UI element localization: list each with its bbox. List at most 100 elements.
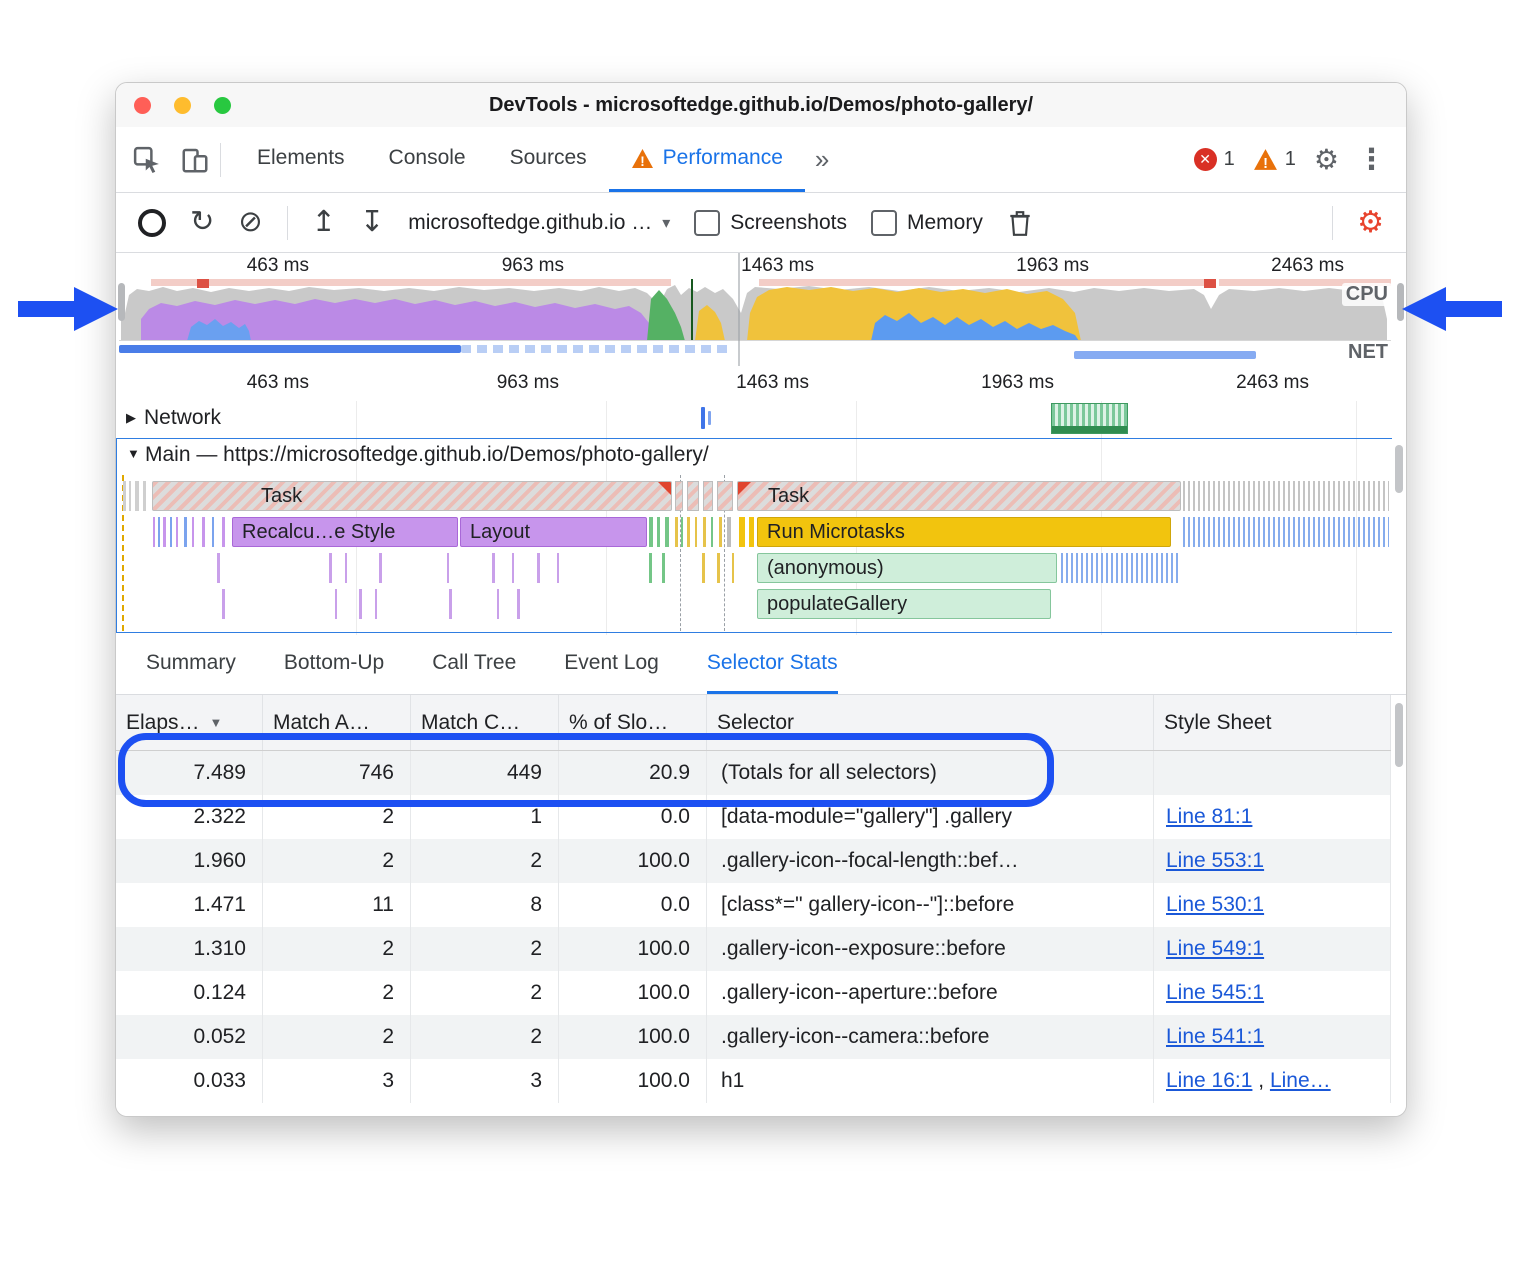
- selector-cell: h1: [707, 1059, 1154, 1103]
- stylesheet-link[interactable]: Line…: [1270, 1069, 1331, 1092]
- stylesheet-cell: Line 553:1: [1154, 839, 1391, 883]
- timeline-ruler[interactable]: 463 ms963 ms1463 ms1963 ms2463 ms: [116, 366, 1406, 402]
- stylesheet-link[interactable]: Line 16:1: [1166, 1069, 1252, 1092]
- bottom-tab-label: Call Tree: [432, 651, 516, 675]
- stylesheet-link[interactable]: Line 541:1: [1166, 1025, 1264, 1048]
- column-header[interactable]: Selector: [707, 695, 1154, 750]
- network-activity-block[interactable]: [1051, 403, 1128, 434]
- table-row[interactable]: 0.03333100.0h1Line 16:1 , Line…: [116, 1059, 1391, 1103]
- warning-badge[interactable]: ! 1: [1253, 148, 1296, 171]
- bottom-tab-event-log[interactable]: Event Log: [564, 635, 659, 694]
- zoom-window-button[interactable]: [214, 97, 231, 114]
- flame-recalc-style-bar[interactable]: Recalcu…e Style: [232, 517, 458, 547]
- stylesheet-link[interactable]: Line 549:1: [1166, 937, 1264, 960]
- screenshots-checkbox[interactable]: Screenshots: [694, 210, 847, 236]
- column-header[interactable]: Elaps…▼: [116, 695, 263, 750]
- column-header-label: Match C…: [421, 711, 520, 735]
- disclosure-triangle-icon[interactable]: ▼: [127, 446, 140, 461]
- column-header-label: Style Sheet: [1164, 711, 1271, 735]
- flame-run-microtasks-bar[interactable]: Run Microtasks: [757, 517, 1171, 547]
- stylesheet-link[interactable]: Line 553:1: [1166, 849, 1264, 872]
- device-toolbar-icon[interactable]: [180, 145, 210, 175]
- stylesheet-link[interactable]: Line 530:1: [1166, 893, 1264, 916]
- main-thread-track[interactable]: ▼ Main — https://microsoftedge.github.io…: [116, 438, 1392, 633]
- network-track[interactable]: ▶ Network: [116, 401, 1406, 438]
- disclosure-triangle-icon[interactable]: ▶: [126, 410, 136, 426]
- ruler-tick-label: 963 ms: [471, 372, 559, 394]
- selector-cell: [class*=" gallery-icon--"]::before: [707, 883, 1154, 927]
- inspect-element-icon[interactable]: [132, 145, 162, 175]
- overview-left-handle[interactable]: [118, 283, 125, 321]
- flame-sliver: [749, 517, 754, 547]
- slow-cell: 0.0: [559, 883, 707, 927]
- attempts-cell: 2: [263, 927, 411, 971]
- slow-cell: 100.0: [559, 839, 707, 883]
- memory-checkbox[interactable]: Memory: [871, 210, 983, 236]
- minimize-window-button[interactable]: [174, 97, 191, 114]
- table-row[interactable]: 1.31022100.0.gallery-icon--exposure::bef…: [116, 927, 1391, 971]
- history-select[interactable]: microsoftedge.github.io … ▾: [408, 211, 670, 235]
- stylesheet-link[interactable]: Line 81:1: [1166, 805, 1252, 828]
- column-header-label: Match A…: [273, 711, 370, 735]
- error-badge[interactable]: ✕ 1: [1194, 148, 1235, 171]
- flame-sliver: [129, 481, 131, 511]
- table-row[interactable]: 0.05222100.0.gallery-icon--camera::befor…: [116, 1015, 1391, 1059]
- table-row[interactable]: 1.96022100.0.gallery-icon--focal-length:…: [116, 839, 1391, 883]
- stylesheet-cell: Line 541:1: [1154, 1015, 1391, 1059]
- performance-toolbar: ↻ ⊘ ↥ ↧ microsoftedge.github.io … ▾ Scre…: [116, 193, 1406, 253]
- table-row[interactable]: 0.12422100.0.gallery-icon--aperture::bef…: [116, 971, 1391, 1015]
- save-profile-icon[interactable]: ↧: [360, 208, 384, 237]
- cpu-overview-chart[interactable]: [119, 279, 1391, 341]
- load-profile-icon[interactable]: ↥: [312, 208, 336, 237]
- close-window-button[interactable]: [134, 97, 151, 114]
- selector-cell: (Totals for all selectors): [707, 751, 1154, 795]
- bottom-tab-bottom-up[interactable]: Bottom-Up: [284, 635, 384, 694]
- overview-tick-label: 463 ms: [221, 255, 309, 277]
- column-header[interactable]: % of Slo…: [559, 695, 707, 750]
- table-row[interactable]: 7.48974644920.9(Totals for all selectors…: [116, 751, 1391, 795]
- overview-window-divider[interactable]: [738, 253, 740, 366]
- column-header[interactable]: Match C…: [411, 695, 559, 750]
- kebab-menu-icon[interactable]: ⋮: [1357, 142, 1386, 177]
- stylesheet-link[interactable]: Line 545:1: [1166, 981, 1264, 1004]
- flame-chart[interactable]: Task Task Recalcu…e Style Layout: [117, 475, 1392, 631]
- flame-populate-gallery-bar[interactable]: populateGallery: [757, 589, 1051, 619]
- settings-gear-icon[interactable]: ⚙: [1314, 143, 1339, 176]
- clear-recording-icon[interactable]: ⊘: [238, 208, 262, 237]
- table-scrollbar[interactable]: [1395, 703, 1403, 767]
- tracks-scrollbar[interactable]: [1395, 445, 1403, 493]
- table-row[interactable]: 2.322210.0[data-module="gallery"] .galle…: [116, 795, 1391, 839]
- slow-cell: 100.0: [559, 971, 707, 1015]
- timeline-overview[interactable]: 463 ms963 ms1463 ms1963 ms2463 ms: [116, 253, 1406, 367]
- tab-elements[interactable]: Elements: [235, 127, 367, 192]
- column-header[interactable]: Style Sheet: [1154, 695, 1391, 750]
- flame-layout-bar[interactable]: Layout: [460, 517, 647, 547]
- chevron-down-icon: ▾: [662, 213, 670, 233]
- flame-anonymous-bar[interactable]: (anonymous): [757, 553, 1057, 583]
- bottom-tab-summary[interactable]: Summary: [146, 635, 236, 694]
- capture-settings-gear-icon[interactable]: ⚙: [1357, 205, 1384, 240]
- tab-sources[interactable]: Sources: [488, 127, 609, 192]
- reload-and-record-icon[interactable]: ↻: [190, 208, 214, 237]
- table-row[interactable]: 1.4711180.0[class*=" gallery-icon--"]::b…: [116, 883, 1391, 927]
- flame-dense-region: [1183, 517, 1389, 547]
- divider: [220, 143, 221, 177]
- flame-task-bar[interactable]: Task: [152, 481, 672, 511]
- count-cell: 3: [411, 1059, 559, 1103]
- devtools-tab-bar: ElementsConsoleSources!Performance » ✕ 1…: [116, 127, 1406, 193]
- elapsed-cell: 1.471: [116, 883, 263, 927]
- attempts-cell: 3: [263, 1059, 411, 1103]
- column-header-label: Selector: [717, 711, 794, 735]
- collect-garbage-icon[interactable]: [1007, 209, 1033, 237]
- more-tabs-icon[interactable]: »: [805, 127, 839, 192]
- bottom-tab-selector-stats[interactable]: Selector Stats: [707, 635, 838, 694]
- bottom-tab-call-tree[interactable]: Call Tree: [432, 635, 516, 694]
- network-request-marker[interactable]: [708, 411, 711, 425]
- tab-console[interactable]: Console: [367, 127, 488, 192]
- column-header[interactable]: Match A…: [263, 695, 411, 750]
- flame-sliver: [557, 553, 559, 583]
- flame-task-bar[interactable]: Task: [737, 481, 1181, 511]
- network-request-marker[interactable]: [701, 407, 705, 429]
- record-icon[interactable]: [138, 209, 166, 237]
- tab-performance[interactable]: !Performance: [609, 127, 805, 192]
